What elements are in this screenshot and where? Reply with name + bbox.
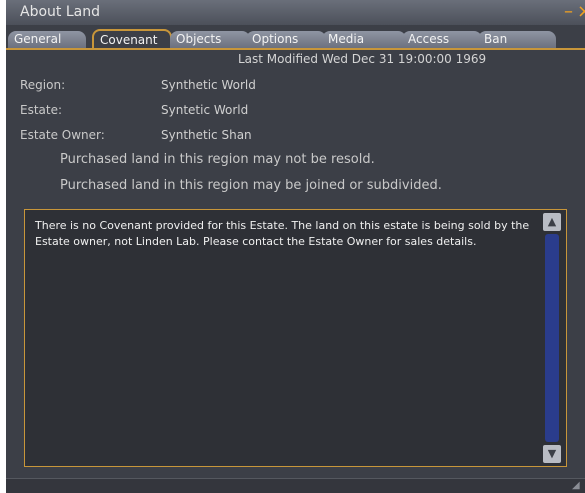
about-land-window: About Land – × General Covenant Objects … xyxy=(6,0,585,493)
tab-options-label: Options xyxy=(252,32,299,46)
subdivide-notice: Purchased land in this region may be joi… xyxy=(60,178,442,193)
resize-grip-icon[interactable]: ◢ xyxy=(572,480,580,491)
covenant-text: There is no Covenant provided for this E… xyxy=(35,219,530,248)
tab-covenant-label: Covenant xyxy=(100,33,158,47)
tab-access[interactable]: Access xyxy=(402,31,482,48)
vertical-scrollbar[interactable]: ▲ ▼ xyxy=(543,213,561,463)
scroll-down-arrow-icon[interactable]: ▼ xyxy=(543,445,561,463)
estate-owner-value: Synthetic Shan xyxy=(161,128,252,142)
tab-underline xyxy=(6,48,585,50)
last-modified-text: Last Modified Wed Dec 31 19:00:00 1969 xyxy=(238,52,487,66)
scrollbar-thumb[interactable] xyxy=(545,234,559,442)
resale-notice: Purchased land in this region may not be… xyxy=(60,152,375,167)
tab-general-label: General xyxy=(14,32,62,46)
tab-access-label: Access xyxy=(408,32,450,46)
tab-media-label: Media xyxy=(328,32,365,46)
tab-objects-label: Objects xyxy=(176,32,222,46)
region-value: Synthetic World xyxy=(161,78,256,92)
scroll-up-arrow-icon[interactable]: ▲ xyxy=(543,213,561,231)
covenant-text-editor[interactable]: There is no Covenant provided for this E… xyxy=(24,209,567,467)
close-icon[interactable]: × xyxy=(577,3,585,21)
tab-covenant[interactable]: Covenant xyxy=(92,29,172,49)
tab-ban-label: Ban xyxy=(484,32,508,46)
estate-owner-label: Estate Owner: xyxy=(20,128,105,142)
tab-general[interactable]: General xyxy=(8,31,86,48)
window-title: About Land xyxy=(20,4,100,20)
tab-objects[interactable]: Objects xyxy=(170,31,250,48)
tab-ban[interactable]: Ban xyxy=(478,31,556,48)
estate-label: Estate: xyxy=(20,103,63,117)
window-status-bar xyxy=(6,478,585,493)
region-label: Region: xyxy=(20,78,66,92)
minimize-icon[interactable]: – xyxy=(564,3,573,21)
estate-value: Syntetic World xyxy=(161,103,249,117)
tab-media[interactable]: Media xyxy=(322,31,406,48)
tab-options[interactable]: Options xyxy=(246,31,326,48)
title-bar[interactable]: About Land – × xyxy=(6,0,585,25)
tab-bar: General Covenant Objects Options Media A… xyxy=(6,28,585,50)
